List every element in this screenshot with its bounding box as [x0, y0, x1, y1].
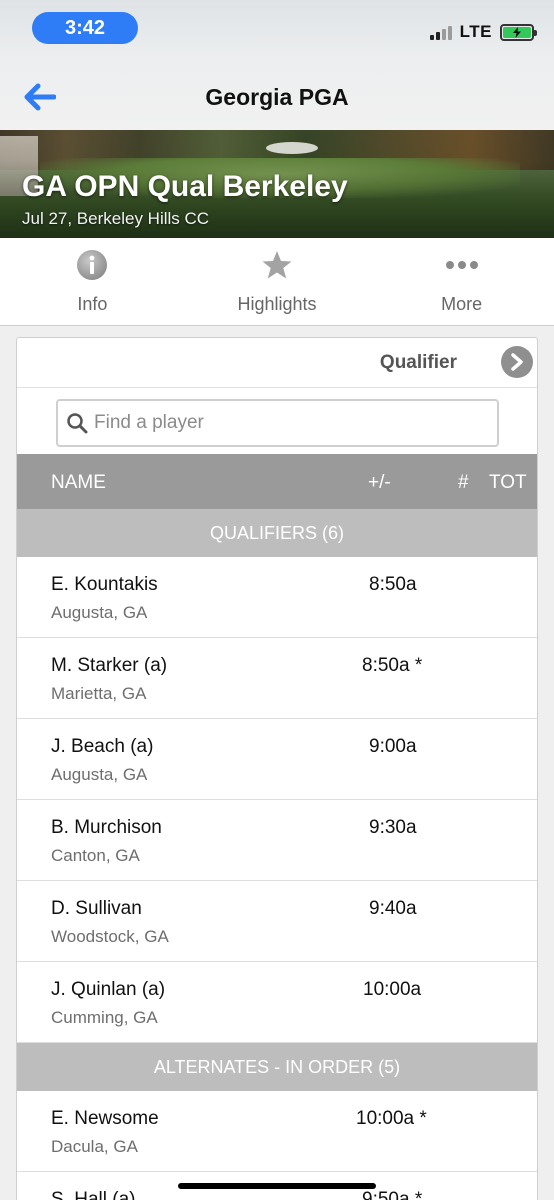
event-title: GA OPN Qual Berkeley [22, 170, 348, 203]
tab-info[interactable]: Info [0, 238, 185, 325]
player-location: Canton, GA [51, 846, 140, 865]
tee-time: 9:00a [369, 736, 417, 757]
player-row[interactable]: D. Sullivan Woodstock, GA 9:40a [17, 881, 537, 962]
player-row[interactable]: E. Kountakis Augusta, GA 8:50a [17, 557, 537, 638]
leaderboard-card: Qualifier NAME +/- # TOT QUALIFIERS (6) … [16, 337, 538, 1200]
search-area [17, 388, 537, 454]
status-time: 3:42 [32, 12, 138, 44]
round-selector[interactable]: Qualifier [17, 338, 537, 388]
col-hole: # [458, 472, 469, 493]
player-location: Augusta, GA [51, 765, 148, 784]
player-name: J. Quinlan (a) [51, 979, 166, 1000]
home-indicator[interactable] [178, 1183, 376, 1189]
tab-info-label: Info [77, 294, 108, 314]
nav-title: Georgia PGA [205, 84, 349, 110]
tee-time: 8:50a * [362, 655, 423, 676]
player-name: E. Newsome [51, 1108, 159, 1129]
network-type: LTE [459, 22, 492, 41]
player-name: D. Sullivan [51, 898, 142, 919]
player-row[interactable]: E. Newsome Dacula, GA 10:00a * [17, 1091, 537, 1172]
search-icon [60, 401, 94, 445]
status-indicators: LTE [429, 20, 537, 44]
tab-highlights-label: Highlights [237, 294, 317, 314]
tee-time: 9:40a [369, 898, 417, 919]
cellular-signal-icon [429, 24, 452, 40]
event-banner: GA OPN Qual Berkeley Jul 27, Berkeley Hi… [0, 130, 554, 238]
tee-time: 10:00a [363, 979, 422, 1000]
round-label: Qualifier [379, 352, 457, 373]
tee-time: 9:30a [369, 817, 417, 838]
next-round-button[interactable] [501, 346, 533, 378]
player-location: Augusta, GA [51, 603, 148, 622]
player-location: Woodstock, GA [51, 927, 169, 946]
banner-bunker-shape [266, 142, 318, 154]
player-name: B. Murchison [51, 817, 162, 838]
battery-icon [500, 23, 537, 41]
player-row[interactable]: M. Starker (a) Marietta, GA 8:50a * [17, 638, 537, 719]
col-par: +/- [368, 472, 391, 493]
tee-time: 10:00a * [356, 1108, 427, 1129]
tab-more-label: More [441, 294, 483, 314]
player-name: J. Beach (a) [51, 736, 154, 757]
chevron-right-icon [511, 353, 523, 371]
col-name: NAME [51, 472, 106, 493]
tee-time: 9:50a * [362, 1189, 423, 1200]
player-name: M. Starker (a) [51, 655, 168, 676]
player-row[interactable]: B. Murchison Canton, GA 9:30a [17, 800, 537, 881]
event-subtitle: Jul 27, Berkeley Hills CC [22, 209, 210, 228]
player-name: E. Kountakis [51, 574, 158, 595]
search-input[interactable] [94, 412, 474, 434]
section-header-alternates: ALTERNATES - IN ORDER (5) [17, 1043, 537, 1091]
star-icon [262, 251, 292, 279]
player-location: Cumming, GA [51, 1008, 158, 1027]
tab-highlights[interactable]: Highlights [185, 238, 370, 325]
player-location: Dacula, GA [51, 1137, 138, 1156]
tab-more[interactable]: More [369, 238, 554, 325]
section-header-qualifiers: QUALIFIERS (6) [17, 509, 537, 557]
tab-bar: Info Highlights More [0, 238, 554, 326]
column-header: NAME +/- # TOT [17, 454, 537, 509]
search-field[interactable] [56, 399, 499, 447]
player-row[interactable]: J. Quinlan (a) Cumming, GA 10:00a [17, 962, 537, 1043]
player-location: Marietta, GA [51, 684, 147, 703]
more-dots-icon [445, 261, 478, 269]
player-row[interactable]: J. Beach (a) Augusta, GA 9:00a [17, 719, 537, 800]
col-total: TOT [489, 472, 527, 493]
info-icon [77, 250, 108, 280]
tee-time: 8:50a [369, 574, 417, 595]
player-name: S. Hall (a) [51, 1189, 136, 1200]
top-bar: 3:42 LTE Georgia PGA [0, 0, 554, 130]
